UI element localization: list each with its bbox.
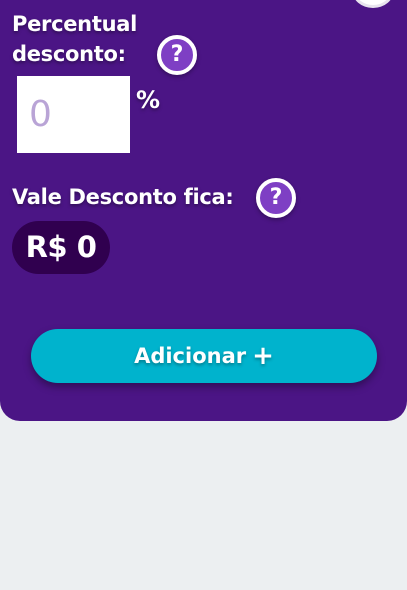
help-icon-voucher[interactable]: ?	[256, 178, 296, 218]
percent-discount-label-line1: Percentual	[12, 12, 137, 36]
add-button[interactable]: Adicionar +	[31, 329, 377, 383]
plus-icon: +	[252, 341, 274, 371]
discount-card: Percentual desconto: ? % Vale Desconto f…	[0, 0, 407, 421]
help-icon-percent[interactable]: ?	[157, 35, 197, 75]
voucher-label: Vale Desconto fica:	[12, 185, 234, 209]
close-icon[interactable]	[352, 0, 394, 8]
percent-discount-label-line2: desconto:	[12, 42, 126, 66]
percent-discount-input[interactable]	[17, 76, 130, 153]
voucher-value-badge: R$ 0	[12, 221, 110, 274]
percent-sign: %	[136, 86, 161, 114]
add-button-label: Adicionar	[134, 344, 247, 368]
